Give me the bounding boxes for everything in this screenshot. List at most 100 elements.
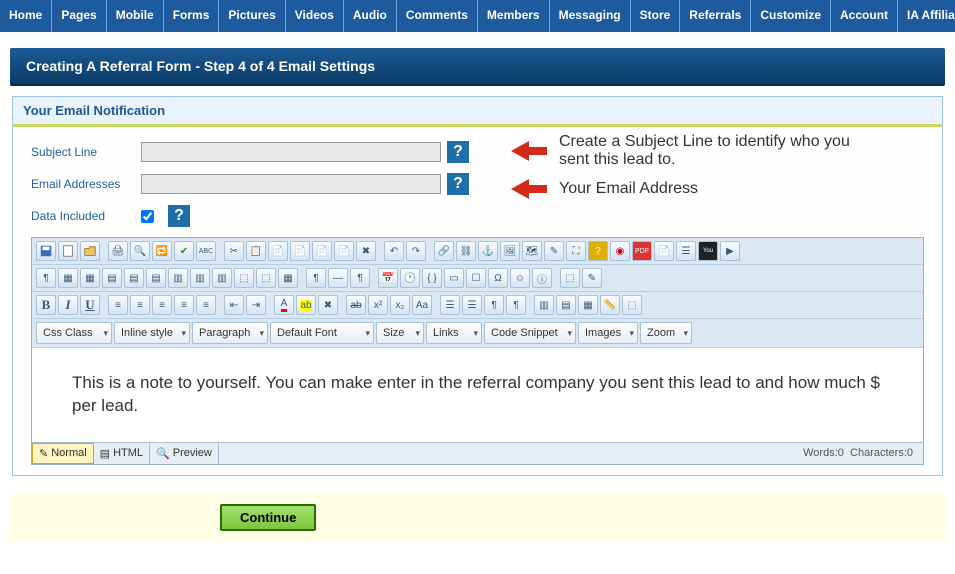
mode-tab-html[interactable]: ▤HTML [94, 443, 150, 464]
backcolor-icon[interactable]: ab [296, 295, 316, 315]
paste-word-icon[interactable]: 📄 [312, 241, 332, 261]
data-included-checkbox[interactable] [141, 210, 154, 223]
spellcheck-icon[interactable]: ✔ [174, 241, 194, 261]
align-left-icon[interactable]: ≡ [108, 295, 128, 315]
paste-text-icon[interactable]: 📄 [290, 241, 310, 261]
youtube-icon[interactable]: You [698, 241, 718, 261]
unlink-icon[interactable]: ⛓ [456, 241, 476, 261]
insert-time-icon[interactable]: 🕐 [400, 268, 420, 288]
undo-icon[interactable]: ↶ [384, 241, 404, 261]
nav-comments[interactable]: Comments [397, 0, 478, 32]
zoom-dropdown[interactable]: Zoom [640, 322, 692, 344]
nav-pictures[interactable]: Pictures [219, 0, 285, 32]
remove-format-icon[interactable]: ✖ [318, 295, 338, 315]
strike-icon[interactable]: ab [346, 295, 366, 315]
subscript-icon[interactable]: x₂ [390, 295, 410, 315]
format-block-icon[interactable]: ▭ [444, 268, 464, 288]
dropcap-icon[interactable]: ¶ [36, 268, 56, 288]
about-icon[interactable]: ⓘ [532, 268, 552, 288]
pdf-icon[interactable]: PDF [632, 241, 652, 261]
size-dropdown[interactable]: Size [376, 322, 424, 344]
underline-button[interactable]: U [80, 295, 100, 315]
indent-icon[interactable]: ⇥ [246, 295, 266, 315]
print-icon[interactable]: 🖨 [108, 241, 128, 261]
ol-icon[interactable]: ☰ [462, 295, 482, 315]
nav-audio[interactable]: Audio [344, 0, 397, 32]
insert-table-icon[interactable]: ▦ [58, 268, 78, 288]
media-icon[interactable]: ▶ [720, 241, 740, 261]
help-icon[interactable]: ? [588, 241, 608, 261]
module-icon[interactable]: ☐ [466, 268, 486, 288]
paragraph-dropdown[interactable]: Paragraph [192, 322, 268, 344]
nav-mobile[interactable]: Mobile [107, 0, 164, 32]
nav-store[interactable]: Store [631, 0, 681, 32]
subject-help-button[interactable]: ? [447, 141, 469, 163]
css-class-dropdown[interactable]: Css Class [36, 322, 112, 344]
insert-hr-icon[interactable]: — [328, 268, 348, 288]
align-center-icon[interactable]: ≡ [130, 295, 150, 315]
images-dropdown[interactable]: Images [578, 322, 638, 344]
row-layout-icon[interactable]: ▤ [556, 295, 576, 315]
insert-char-icon[interactable]: ¶ [350, 268, 370, 288]
italic-button[interactable]: I [58, 295, 78, 315]
bold-button[interactable]: B [36, 295, 56, 315]
insert-col-right-icon[interactable]: ▥ [190, 268, 210, 288]
omega-icon[interactable]: Ω [488, 268, 508, 288]
mode-tab-preview[interactable]: 🔍Preview [150, 443, 219, 464]
ruler-icon[interactable]: 📏 [600, 295, 620, 315]
nav-forms[interactable]: Forms [164, 0, 220, 32]
nav-account[interactable]: Account [831, 0, 898, 32]
nav-videos[interactable]: Videos [286, 0, 344, 32]
nav-ia-affiliate[interactable]: IA Affiliate [898, 0, 955, 32]
rtl-icon[interactable]: ¶ [506, 295, 526, 315]
addresses-help-button[interactable]: ? [447, 173, 469, 195]
code-snippet-dropdown[interactable]: Code Snippet [484, 322, 576, 344]
nav-home[interactable]: Home [0, 0, 52, 32]
insert-row-above-icon[interactable]: ▤ [102, 268, 122, 288]
open-icon[interactable] [80, 241, 100, 261]
clear-format-icon[interactable]: ✖ [356, 241, 376, 261]
emoji-icon[interactable]: ☺ [510, 268, 530, 288]
font-dropdown[interactable]: Default Font [270, 322, 374, 344]
show-borders-icon[interactable]: ▦ [278, 268, 298, 288]
outdent-icon[interactable]: ⇤ [224, 295, 244, 315]
merge-cells-icon[interactable]: ⬚ [234, 268, 254, 288]
track-changes-icon[interactable]: ✎ [582, 268, 602, 288]
insert-row-below-icon[interactable]: ▤ [124, 268, 144, 288]
data-included-help-button[interactable]: ? [168, 205, 190, 227]
align-none-icon[interactable]: ≡ [196, 295, 216, 315]
anchor-icon[interactable]: ⚓ [478, 241, 498, 261]
nav-members[interactable]: Members [478, 0, 550, 32]
inline-style-dropdown[interactable]: Inline style [114, 322, 190, 344]
grid-layout-icon[interactable]: ▦ [578, 295, 598, 315]
forecolor-icon[interactable]: A [274, 295, 294, 315]
ltr-icon[interactable]: ¶ [484, 295, 504, 315]
superscript-icon[interactable]: x² [368, 295, 388, 315]
insert-date-icon[interactable]: 📅 [378, 268, 398, 288]
delete-col-icon[interactable]: ▥ [212, 268, 232, 288]
editor-content[interactable]: This is a note to yourself. You can make… [32, 348, 923, 442]
paste-icon[interactable]: 📄 [268, 241, 288, 261]
mode-tab-normal[interactable]: ✎Normal [32, 443, 94, 464]
nav-customize[interactable]: Customize [751, 0, 831, 32]
find-icon[interactable]: 🔍 [130, 241, 150, 261]
subject-line-input[interactable] [141, 142, 441, 162]
pencil-icon[interactable]: ✎ [544, 241, 564, 261]
col-layout-icon[interactable]: ▥ [534, 295, 554, 315]
copy-icon[interactable]: 📋 [246, 241, 266, 261]
format-code-icon[interactable]: { } [422, 268, 442, 288]
nav-referrals[interactable]: Referrals [680, 0, 751, 32]
continue-button[interactable]: Continue [220, 504, 316, 531]
flash-icon[interactable]: ◉ [610, 241, 630, 261]
replace-icon[interactable]: 🔁 [152, 241, 172, 261]
delete-row-icon[interactable]: ▤ [146, 268, 166, 288]
image-icon[interactable]: 🖼 [500, 241, 520, 261]
links-dropdown[interactable]: Links [426, 322, 482, 344]
show-blocks-icon[interactable]: ¶ [306, 268, 326, 288]
paste-html-icon[interactable]: 📄 [334, 241, 354, 261]
email-addresses-input[interactable] [141, 174, 441, 194]
select-all-icon[interactable]: ⬚ [560, 268, 580, 288]
nav-pages[interactable]: Pages [52, 0, 106, 32]
split-cell-icon[interactable]: ⬚ [256, 268, 276, 288]
redo-icon[interactable]: ↷ [406, 241, 426, 261]
